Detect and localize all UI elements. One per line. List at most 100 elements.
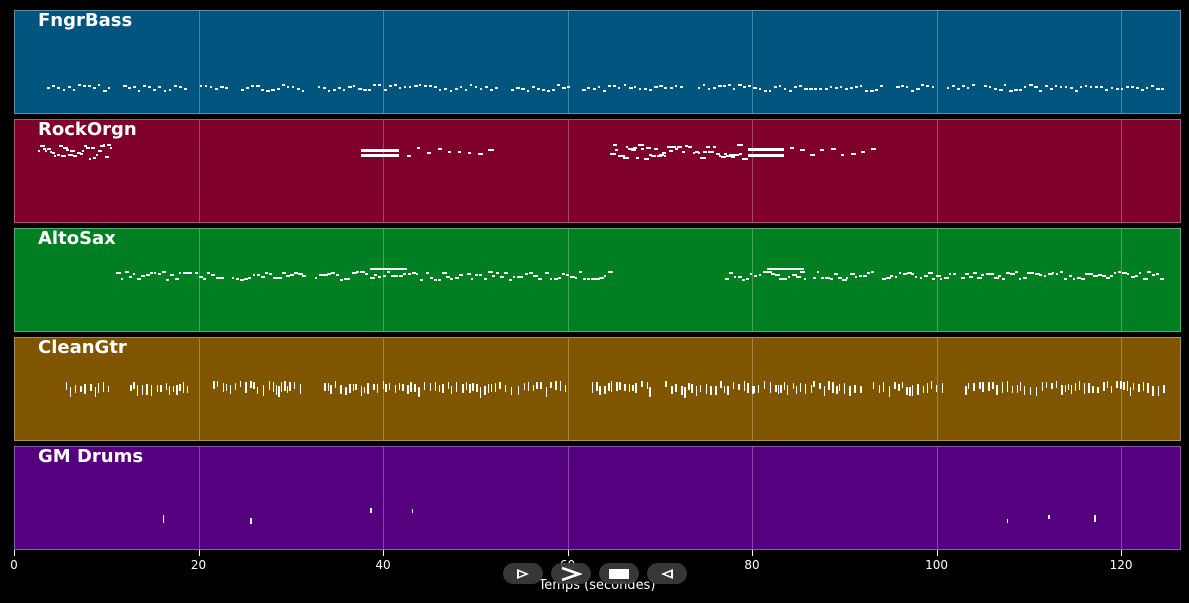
note bbox=[271, 89, 276, 91]
note bbox=[684, 387, 686, 398]
note bbox=[199, 85, 202, 87]
note bbox=[419, 84, 422, 86]
note bbox=[382, 381, 385, 389]
note bbox=[437, 148, 443, 150]
note bbox=[615, 149, 618, 151]
note bbox=[996, 385, 998, 395]
note bbox=[411, 509, 414, 513]
note bbox=[128, 276, 132, 278]
note bbox=[940, 278, 943, 280]
note bbox=[753, 386, 755, 393]
gridline bbox=[567, 120, 569, 222]
note bbox=[973, 272, 978, 274]
note bbox=[1006, 381, 1009, 392]
note bbox=[789, 90, 793, 92]
note bbox=[968, 276, 974, 278]
note bbox=[906, 387, 908, 395]
note bbox=[923, 275, 929, 277]
note bbox=[88, 158, 91, 160]
track-cleangtr[interactable]: CleanGtr bbox=[14, 337, 1181, 441]
note bbox=[665, 381, 667, 387]
note bbox=[710, 151, 714, 153]
note bbox=[475, 274, 478, 276]
note bbox=[814, 88, 817, 90]
note bbox=[407, 385, 409, 394]
note bbox=[138, 90, 141, 92]
note bbox=[817, 271, 820, 273]
track-altosax[interactable]: AltoSax bbox=[14, 228, 1181, 332]
note bbox=[810, 385, 813, 393]
gridline bbox=[198, 447, 200, 549]
note bbox=[1055, 381, 1058, 388]
note bbox=[276, 88, 281, 90]
note bbox=[314, 277, 318, 279]
note bbox=[951, 85, 955, 87]
note bbox=[360, 154, 399, 157]
note bbox=[917, 384, 919, 395]
note bbox=[679, 86, 683, 88]
note bbox=[599, 277, 604, 279]
note bbox=[941, 383, 944, 393]
note bbox=[998, 89, 1003, 91]
track-fngrbass[interactable]: FngrBass bbox=[14, 10, 1181, 114]
note bbox=[216, 381, 219, 387]
note bbox=[65, 149, 69, 151]
track-gm-drums[interactable]: GM Drums bbox=[14, 446, 1181, 550]
play-back-button[interactable] bbox=[503, 563, 543, 584]
note bbox=[382, 275, 387, 277]
note bbox=[956, 88, 961, 90]
note bbox=[1068, 275, 1073, 277]
rewind-button[interactable] bbox=[647, 563, 687, 584]
forward-button[interactable] bbox=[551, 563, 591, 584]
note bbox=[1080, 86, 1083, 88]
note bbox=[1029, 84, 1033, 86]
note bbox=[819, 88, 822, 90]
note bbox=[1129, 387, 1132, 396]
note bbox=[360, 386, 363, 396]
note bbox=[783, 88, 787, 90]
note bbox=[74, 385, 77, 393]
note bbox=[1110, 87, 1114, 89]
track-rockorgn[interactable]: RockOrgn bbox=[14, 119, 1181, 223]
note bbox=[988, 382, 990, 391]
note bbox=[1142, 382, 1145, 391]
note bbox=[960, 277, 966, 279]
note bbox=[1140, 89, 1144, 91]
note bbox=[750, 273, 753, 275]
note bbox=[871, 271, 875, 273]
note bbox=[353, 85, 356, 87]
note bbox=[1072, 278, 1076, 280]
note bbox=[639, 88, 642, 90]
note bbox=[843, 383, 846, 394]
note bbox=[92, 87, 97, 89]
gridline bbox=[383, 229, 384, 331]
note bbox=[533, 275, 538, 277]
note bbox=[241, 89, 244, 91]
note bbox=[490, 384, 493, 392]
note bbox=[936, 275, 942, 277]
stop-button[interactable] bbox=[599, 563, 639, 584]
note bbox=[108, 87, 111, 89]
note bbox=[187, 272, 192, 274]
note bbox=[1001, 382, 1004, 393]
note bbox=[1011, 386, 1014, 393]
note bbox=[417, 147, 421, 149]
note bbox=[628, 87, 633, 89]
note bbox=[1041, 382, 1044, 391]
note bbox=[419, 279, 423, 281]
note bbox=[56, 154, 60, 156]
note bbox=[1085, 85, 1088, 87]
note bbox=[439, 89, 442, 91]
note bbox=[669, 87, 674, 89]
note bbox=[729, 272, 734, 274]
note bbox=[1147, 383, 1149, 393]
note bbox=[965, 386, 967, 395]
note bbox=[754, 275, 757, 277]
note bbox=[1163, 385, 1165, 393]
note bbox=[272, 382, 275, 392]
note bbox=[1097, 387, 1099, 393]
note bbox=[109, 147, 112, 149]
note bbox=[363, 387, 366, 393]
note bbox=[596, 382, 598, 391]
gridline bbox=[936, 447, 938, 549]
